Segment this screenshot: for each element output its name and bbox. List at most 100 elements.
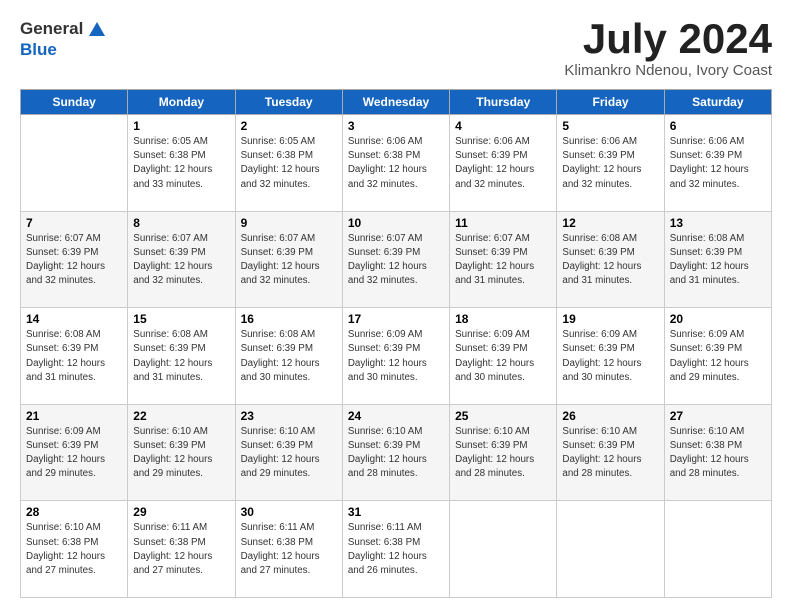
sunrise-text: Sunrise: 6:07 AM	[133, 232, 229, 246]
table-row: 3Sunrise: 6:06 AMSunset: 6:38 PMDaylight…	[342, 115, 449, 212]
sunset-text: Sunset: 6:38 PM	[670, 439, 766, 453]
sunrise-text: Sunrise: 6:07 AM	[26, 232, 122, 246]
col-sunday: Sunday	[21, 90, 128, 115]
day-number: 19	[562, 312, 658, 326]
sunset-text: Sunset: 6:39 PM	[562, 342, 658, 356]
page: General Blue July 2024 Klimankro Ndenou,…	[0, 0, 792, 612]
sunset-text: Sunset: 6:39 PM	[26, 342, 122, 356]
day-info: Sunrise: 6:06 AMSunset: 6:39 PMDaylight:…	[562, 135, 658, 192]
sunset-text: Sunset: 6:39 PM	[241, 439, 337, 453]
daylight-text: Daylight: 12 hours and 26 minutes.	[348, 550, 444, 578]
day-info: Sunrise: 6:05 AMSunset: 6:38 PMDaylight:…	[241, 135, 337, 192]
day-number: 17	[348, 312, 444, 326]
sunset-text: Sunset: 6:39 PM	[26, 246, 122, 260]
daylight-text: Daylight: 12 hours and 31 minutes.	[455, 260, 551, 288]
day-info: Sunrise: 6:08 AMSunset: 6:39 PMDaylight:…	[133, 328, 229, 385]
day-number: 7	[26, 216, 122, 230]
daylight-text: Daylight: 12 hours and 32 minutes.	[241, 260, 337, 288]
table-row: 26Sunrise: 6:10 AMSunset: 6:39 PMDayligh…	[557, 404, 664, 501]
col-saturday: Saturday	[664, 90, 771, 115]
table-row: 18Sunrise: 6:09 AMSunset: 6:39 PMDayligh…	[450, 308, 557, 405]
daylight-text: Daylight: 12 hours and 31 minutes.	[670, 260, 766, 288]
day-number: 6	[670, 119, 766, 133]
sunset-text: Sunset: 6:39 PM	[133, 439, 229, 453]
day-info: Sunrise: 6:10 AMSunset: 6:38 PMDaylight:…	[26, 521, 122, 578]
day-info: Sunrise: 6:07 AMSunset: 6:39 PMDaylight:…	[455, 232, 551, 289]
header: General Blue July 2024 Klimankro Ndenou,…	[20, 18, 772, 79]
table-row: 25Sunrise: 6:10 AMSunset: 6:39 PMDayligh…	[450, 404, 557, 501]
sunset-text: Sunset: 6:38 PM	[26, 536, 122, 550]
col-tuesday: Tuesday	[235, 90, 342, 115]
table-row: 1Sunrise: 6:05 AMSunset: 6:38 PMDaylight…	[128, 115, 235, 212]
col-friday: Friday	[557, 90, 664, 115]
sunset-text: Sunset: 6:39 PM	[670, 149, 766, 163]
sunrise-text: Sunrise: 6:07 AM	[241, 232, 337, 246]
table-row: 10Sunrise: 6:07 AMSunset: 6:39 PMDayligh…	[342, 211, 449, 308]
sunset-text: Sunset: 6:39 PM	[562, 439, 658, 453]
day-number: 14	[26, 312, 122, 326]
sunset-text: Sunset: 6:39 PM	[455, 342, 551, 356]
sunrise-text: Sunrise: 6:06 AM	[455, 135, 551, 149]
table-row: 15Sunrise: 6:08 AMSunset: 6:39 PMDayligh…	[128, 308, 235, 405]
daylight-text: Daylight: 12 hours and 32 minutes.	[26, 260, 122, 288]
sunrise-text: Sunrise: 6:06 AM	[562, 135, 658, 149]
daylight-text: Daylight: 12 hours and 29 minutes.	[133, 453, 229, 481]
sunrise-text: Sunrise: 6:08 AM	[670, 232, 766, 246]
day-number: 2	[241, 119, 337, 133]
table-row	[21, 115, 128, 212]
table-row: 29Sunrise: 6:11 AMSunset: 6:38 PMDayligh…	[128, 501, 235, 598]
sunset-text: Sunset: 6:39 PM	[348, 246, 444, 260]
table-row	[557, 501, 664, 598]
day-number: 28	[26, 505, 122, 519]
day-info: Sunrise: 6:06 AMSunset: 6:39 PMDaylight:…	[670, 135, 766, 192]
day-number: 18	[455, 312, 551, 326]
day-number: 21	[26, 409, 122, 423]
daylight-text: Daylight: 12 hours and 28 minutes.	[562, 453, 658, 481]
sunrise-text: Sunrise: 6:05 AM	[241, 135, 337, 149]
day-number: 8	[133, 216, 229, 230]
daylight-text: Daylight: 12 hours and 28 minutes.	[348, 453, 444, 481]
day-number: 30	[241, 505, 337, 519]
sunset-text: Sunset: 6:39 PM	[455, 149, 551, 163]
sunrise-text: Sunrise: 6:06 AM	[670, 135, 766, 149]
day-number: 23	[241, 409, 337, 423]
daylight-text: Daylight: 12 hours and 27 minutes.	[26, 550, 122, 578]
day-number: 24	[348, 409, 444, 423]
location: Klimankro Ndenou, Ivory Coast	[564, 62, 772, 79]
col-thursday: Thursday	[450, 90, 557, 115]
calendar-week-3: 14 Sunrise: 6:08 AMSunset: 6:39 PMDayligh…	[21, 308, 772, 405]
calendar-week-2: 7Sunrise: 6:07 AMSunset: 6:39 PMDaylight…	[21, 211, 772, 308]
sunrise-text: Sunrise: 6:11 AM	[133, 521, 229, 535]
col-wednesday: Wednesday	[342, 90, 449, 115]
day-info: Sunrise: 6:07 AMSunset: 6:39 PMDaylight:…	[133, 232, 229, 289]
table-row: 31Sunrise: 6:11 AMSunset: 6:38 PMDayligh…	[342, 501, 449, 598]
day-info: Sunrise: 6:08 AMSunset: 6:39 PMDaylight:…	[670, 232, 766, 289]
sunset-text: Sunset: 6:39 PM	[562, 149, 658, 163]
table-row: 24Sunrise: 6:10 AMSunset: 6:39 PMDayligh…	[342, 404, 449, 501]
sunset-text: Sunset: 6:39 PM	[133, 342, 229, 356]
day-number: 29	[133, 505, 229, 519]
sunset-text: Sunset: 6:39 PM	[26, 439, 122, 453]
table-row: 27Sunrise: 6:10 AMSunset: 6:38 PMDayligh…	[664, 404, 771, 501]
daylight-text: Daylight: 12 hours and 31 minutes.	[562, 260, 658, 288]
sunrise-text: Sunrise: 6:10 AM	[26, 521, 122, 535]
table-row: 30Sunrise: 6:11 AMSunset: 6:38 PMDayligh…	[235, 501, 342, 598]
day-number: 9	[241, 216, 337, 230]
day-info: Sunrise: 6:06 AMSunset: 6:38 PMDaylight:…	[348, 135, 444, 192]
sunset-text: Sunset: 6:38 PM	[241, 536, 337, 550]
logo: General Blue	[20, 18, 107, 60]
sunset-text: Sunset: 6:39 PM	[241, 246, 337, 260]
day-info: Sunrise: 6:09 AMSunset: 6:39 PMDaylight:…	[562, 328, 658, 385]
day-info: Sunrise: 6:10 AMSunset: 6:39 PMDaylight:…	[241, 425, 337, 482]
day-number: 16	[241, 312, 337, 326]
sunset-text: Sunset: 6:39 PM	[670, 342, 766, 356]
daylight-text: Daylight: 12 hours and 32 minutes.	[562, 163, 658, 191]
daylight-text: Daylight: 12 hours and 32 minutes.	[670, 163, 766, 191]
day-info: Sunrise: 6:05 AMSunset: 6:38 PMDaylight:…	[133, 135, 229, 192]
daylight-text: Daylight: 12 hours and 31 minutes.	[26, 357, 122, 385]
sunrise-text: Sunrise: 6:09 AM	[670, 328, 766, 342]
sunset-text: Sunset: 6:39 PM	[348, 342, 444, 356]
table-row: 21Sunrise: 6:09 AMSunset: 6:39 PMDayligh…	[21, 404, 128, 501]
table-row: 4Sunrise: 6:06 AMSunset: 6:39 PMDaylight…	[450, 115, 557, 212]
sunrise-text: Sunrise: 6:11 AM	[241, 521, 337, 535]
